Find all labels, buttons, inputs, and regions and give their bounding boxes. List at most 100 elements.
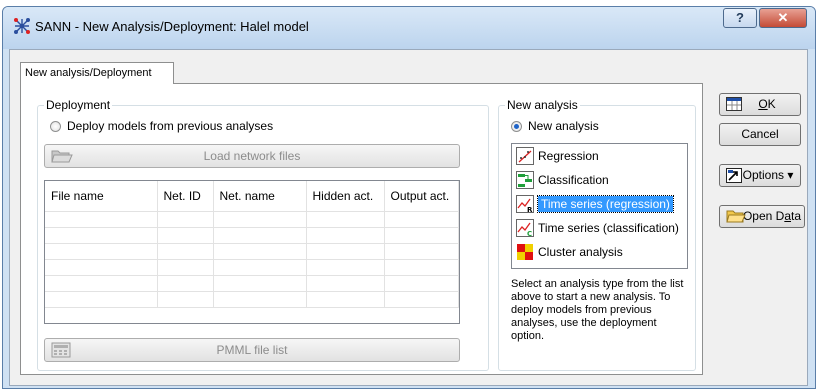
deploy-models-label: Deploy models from previous analyses xyxy=(67,119,274,133)
grid-cell[interactable] xyxy=(306,259,385,276)
table-row[interactable] xyxy=(45,211,459,228)
new-analysis-radio-label: New analysis xyxy=(528,119,599,133)
grid-cell[interactable] xyxy=(213,259,307,276)
ok-label: OK xyxy=(744,97,775,111)
cluster-analysis-icon xyxy=(517,244,533,260)
grid-cell[interactable] xyxy=(45,291,158,308)
grid-column-header[interactable]: Output act. xyxy=(384,181,459,212)
pmml-icon xyxy=(51,342,71,358)
grid-cell[interactable] xyxy=(213,291,307,308)
list-item-time-series-classification[interactable]: C Time series (classification) xyxy=(512,216,687,240)
new-analysis-radio[interactable]: New analysis xyxy=(511,119,599,133)
open-data-hotkey: a xyxy=(784,209,792,223)
grid-cell[interactable] xyxy=(213,211,307,228)
dialog-window: SANN - New Analysis/Deployment: Halel mo… xyxy=(2,6,816,389)
list-item-cluster-analysis[interactable]: Cluster analysis xyxy=(512,240,687,264)
help-button[interactable]: ? xyxy=(723,8,757,28)
open-data-label-prefix: Open D xyxy=(742,209,785,223)
tab-new-analysis-deployment[interactable]: New analysis/Deployment xyxy=(20,62,174,84)
deployment-group: Deployment Deploy models from previous a… xyxy=(37,98,489,371)
new-analysis-group-title: New analysis xyxy=(505,98,580,112)
new-analysis-group: New analysis New analysis Regression Cla… xyxy=(498,98,696,371)
network-files-grid[interactable]: File name Net. ID Net. name Hidden act. Outp… xyxy=(44,180,460,324)
grid-cell[interactable] xyxy=(213,275,307,292)
grid-cell[interactable] xyxy=(45,259,158,276)
grid-cell[interactable] xyxy=(157,243,214,260)
svg-text:C: C xyxy=(527,230,532,237)
load-network-files-button[interactable]: Load network files xyxy=(44,144,460,168)
open-data-label-suffix: ta xyxy=(791,209,802,223)
options-icon xyxy=(726,168,742,183)
grid-cell[interactable] xyxy=(45,275,158,292)
table-row[interactable] xyxy=(45,227,459,244)
ok-label-suffix: K xyxy=(767,97,776,111)
deploy-models-radio[interactable]: Deploy models from previous analyses xyxy=(50,119,273,133)
open-data-button[interactable]: Open Data xyxy=(719,205,805,228)
list-item-label: Regression xyxy=(538,149,599,163)
grid-cell[interactable] xyxy=(306,211,385,228)
window-title: SANN - New Analysis/Deployment: Halel mo… xyxy=(35,19,309,34)
grid-cell[interactable] xyxy=(157,275,214,292)
grid-cell[interactable] xyxy=(157,291,214,308)
list-item-label: Cluster analysis xyxy=(538,245,623,259)
grid-cell[interactable] xyxy=(306,243,385,260)
grid-cell[interactable] xyxy=(45,243,158,260)
options-button[interactable]: Options ▾ xyxy=(719,164,801,187)
cancel-button[interactable]: Cancel xyxy=(719,123,801,146)
table-row[interactable] xyxy=(45,259,459,276)
pmml-file-list-button[interactable]: PMML file list xyxy=(44,338,460,362)
grid-column-header[interactable]: File name xyxy=(45,181,158,212)
title-bar[interactable]: SANN - New Analysis/Deployment: Halel mo… xyxy=(3,7,815,49)
classification-icon xyxy=(516,171,534,189)
grid-cell[interactable] xyxy=(384,291,459,308)
list-item-regression[interactable]: Regression xyxy=(512,144,687,168)
list-item-label: Time series (regression) xyxy=(537,195,674,213)
grid-cell[interactable] xyxy=(157,227,214,244)
grid-column-header[interactable]: Hidden act. xyxy=(306,181,385,212)
grid-cell[interactable] xyxy=(306,291,385,308)
network-files-table: File name Net. ID Net. name Hidden act. Outp… xyxy=(45,181,459,308)
grid-cell[interactable] xyxy=(213,227,307,244)
table-row[interactable] xyxy=(45,243,459,260)
time-series-classification-icon: C xyxy=(516,219,534,237)
grid-column-header[interactable]: Net. ID xyxy=(157,181,214,212)
load-network-files-label: Load network files xyxy=(203,149,301,163)
sann-app-icon xyxy=(14,18,30,34)
grid-cell[interactable] xyxy=(213,243,307,260)
deployment-group-title: Deployment xyxy=(44,98,113,112)
grid-cell[interactable] xyxy=(157,211,214,228)
ok-button[interactable]: OK xyxy=(719,93,801,116)
list-item-classification[interactable]: Classification xyxy=(512,168,687,192)
table-row[interactable] xyxy=(45,275,459,292)
analysis-description: Select an analysis type from the list ab… xyxy=(511,278,684,342)
folder-open-icon xyxy=(726,210,746,223)
analysis-type-list[interactable]: Regression Classification R Time series … xyxy=(511,143,688,269)
radio-button-off[interactable] xyxy=(50,121,61,132)
list-item-time-series-regression[interactable]: R Time series (regression) xyxy=(512,192,687,216)
dialog-client-area: New analysis/Deployment Deployment Deplo… xyxy=(9,49,808,386)
ok-grid-icon xyxy=(726,97,742,111)
table-row[interactable] xyxy=(45,291,459,308)
grid-cell[interactable] xyxy=(45,227,158,244)
grid-body xyxy=(45,211,459,308)
regression-icon xyxy=(516,147,534,165)
tab-panel: Deployment Deploy models from previous a… xyxy=(20,83,703,375)
pmml-file-list-label: PMML file list xyxy=(216,343,288,357)
time-series-regression-icon: R xyxy=(516,195,534,213)
grid-cell[interactable] xyxy=(384,227,459,244)
list-item-label: Time series (classification) xyxy=(538,221,679,235)
grid-cell[interactable] xyxy=(384,259,459,276)
radio-button-on[interactable] xyxy=(511,121,522,132)
grid-cell[interactable] xyxy=(384,243,459,260)
close-button[interactable]: ✕ xyxy=(759,8,807,28)
ok-hotkey: O xyxy=(758,97,768,111)
grid-cell[interactable] xyxy=(384,211,459,228)
grid-cell[interactable] xyxy=(384,275,459,292)
grid-cell[interactable] xyxy=(157,259,214,276)
grid-cell[interactable] xyxy=(45,211,158,228)
grid-column-header[interactable]: Net. name xyxy=(213,181,307,212)
grid-cell[interactable] xyxy=(306,275,385,292)
list-item-label: Classification xyxy=(538,173,609,187)
grid-cell[interactable] xyxy=(306,227,385,244)
grid-header-row: File name Net. ID Net. name Hidden act. Outp… xyxy=(45,181,459,212)
